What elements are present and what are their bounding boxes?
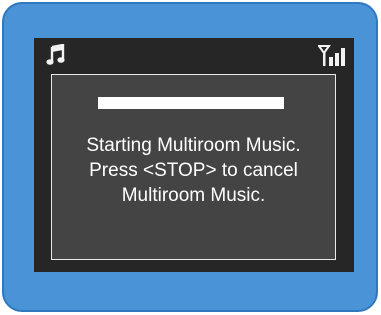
message-line: Multiroom Music.: [121, 185, 266, 206]
progress-bar: [98, 97, 284, 109]
status-bar: [34, 38, 354, 72]
message-dialog: Starting Multiroom Music. Press <STOP> t…: [51, 74, 336, 260]
dialog-message: Starting Multiroom Music. Press <STOP> t…: [52, 133, 335, 208]
signal-strength-icon: [317, 45, 348, 67]
progress-fill: [98, 97, 284, 109]
display-screen: Starting Multiroom Music. Press <STOP> t…: [34, 38, 354, 272]
message-line: Starting Multiroom Music.: [86, 135, 301, 156]
music-note-icon: [46, 43, 66, 66]
message-line: Press <STOP> to cancel: [89, 160, 298, 181]
device-frame: Starting Multiroom Music. Press <STOP> t…: [2, 2, 378, 312]
